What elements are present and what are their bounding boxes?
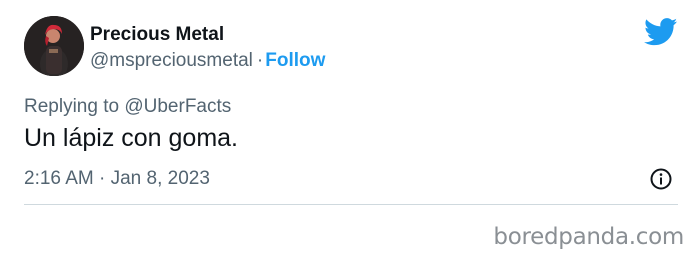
tweet-text: Un lápiz con goma.: [24, 124, 239, 152]
divider: [24, 204, 678, 205]
separator-dot: ·: [256, 50, 264, 71]
author-handle[interactable]: @mspreciousmetal: [90, 50, 253, 71]
twitter-bird-icon[interactable]: [644, 18, 678, 46]
replying-to-prefix: Replying to: [24, 96, 125, 117]
tweet-timestamp[interactable]: 2:16 AM · Jan 8, 2023: [24, 168, 210, 190]
avatar-image: [24, 16, 84, 76]
follow-button[interactable]: Follow: [265, 50, 325, 71]
avatar[interactable]: [24, 16, 84, 76]
author-name[interactable]: Precious Metal: [90, 24, 224, 46]
watermark: boredpanda.com: [493, 224, 684, 250]
replying-to: Replying to @UberFacts: [24, 96, 231, 118]
info-icon-svg: [650, 168, 672, 190]
twitter-bird-icon-svg: [644, 18, 678, 46]
reply-mention-link[interactable]: @UberFacts: [124, 96, 231, 117]
tweet-card: Precious Metal @mspreciousmetal · Follow R…: [0, 0, 700, 257]
author-handle-row: @mspreciousmetal · Follow: [90, 50, 325, 72]
info-icon[interactable]: [649, 167, 673, 191]
